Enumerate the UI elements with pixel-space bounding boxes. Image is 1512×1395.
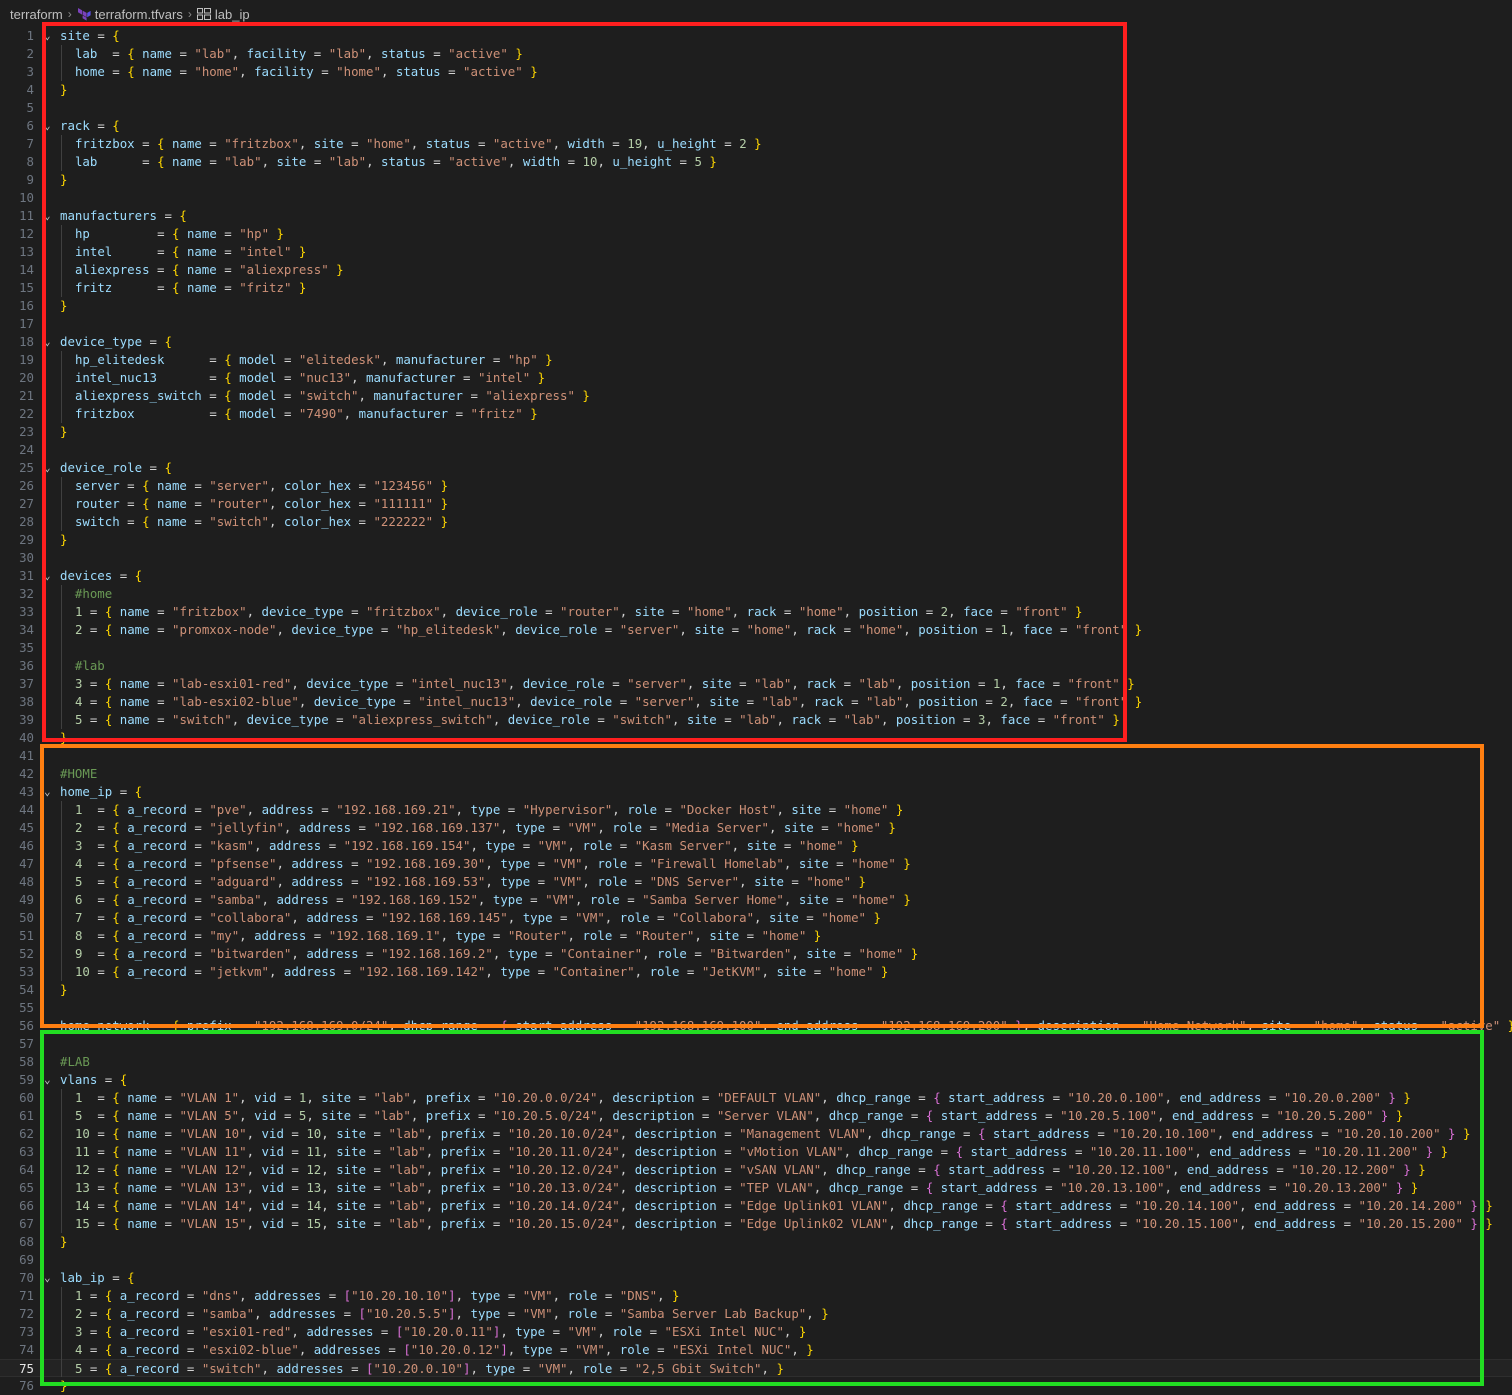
line-number: 45 [19,820,34,835]
line-number: 60 [19,1090,34,1105]
line-number: 69 [19,1252,34,1267]
line-number: 29 [19,532,34,547]
line-number: 76 [19,1378,34,1393]
line-number: 39 [19,712,34,727]
red-highlight-box [42,22,1127,742]
line-number: 59 [19,1072,34,1087]
line-number: 61 [19,1108,34,1123]
line-number: 5 [26,100,34,115]
line-number: 57 [19,1036,34,1051]
line-number: 53 [19,964,34,979]
green-highlight-box [40,1030,1484,1386]
line-number: 1 [26,28,34,43]
line-number: 2 [26,46,34,61]
line-number: 24 [19,442,34,457]
line-number: 71 [19,1288,34,1303]
line-number: 9 [26,172,34,187]
line-number: 17 [19,316,34,331]
line-number: 4 [26,82,34,97]
line-number: 28 [19,514,34,529]
line-number: 12 [19,226,34,241]
line-number: 68 [19,1234,34,1249]
line-number: 35 [19,640,34,655]
line-number: 48 [19,874,34,889]
line-number: 26 [19,478,34,493]
line-number: 22 [19,406,34,421]
orange-highlight-box [40,744,1484,1028]
line-number: 18 [19,334,34,349]
chevron-right-icon: › [187,7,192,21]
line-number: 70 [19,1270,34,1285]
line-number: 15 [19,280,34,295]
line-number: 46 [19,838,34,853]
line-number: 25 [19,460,34,475]
line-number: 67 [19,1216,34,1231]
line-number: 20 [19,370,34,385]
line-number: 27 [19,496,34,511]
line-number: 51 [19,928,34,943]
line-number: 56 [19,1018,34,1033]
line-number: 14 [19,262,34,277]
line-number: 8 [26,154,34,169]
chevron-right-icon: › [67,7,72,21]
line-number: 73 [19,1324,34,1339]
line-number: 40 [19,730,34,745]
breadcrumb-item-symbol[interactable]: lab_ip [215,7,250,22]
line-number: 7 [26,136,34,151]
line-number: 30 [19,550,34,565]
line-number: 21 [19,388,34,403]
line-number: 55 [19,1000,34,1015]
line-number: 65 [19,1180,34,1195]
breadcrumb-item-file[interactable]: terraform.tfvars [95,7,183,22]
line-number: 32 [19,586,34,601]
symbol-object-icon [196,8,211,20]
line-number: 41 [19,748,34,763]
line-number: 10 [19,190,34,205]
line-number: 49 [19,892,34,907]
line-number: 19 [19,352,34,367]
line-number: 37 [19,676,34,691]
line-number: 44 [19,802,34,817]
line-number: 38 [19,694,34,709]
line-number: 34 [19,622,34,637]
line-number: 23 [19,424,34,439]
line-number: 54 [19,982,34,997]
line-number: 3 [26,64,34,79]
line-number: 66 [19,1198,34,1213]
line-number: 58 [19,1054,34,1069]
line-number: 50 [19,910,34,925]
line-number: 75 [19,1361,34,1376]
line-number: 64 [19,1162,34,1177]
line-number: 52 [19,946,34,961]
line-number: 72 [19,1306,34,1321]
line-number: 47 [19,856,34,871]
line-number: 62 [19,1126,34,1141]
line-number: 6 [26,118,34,133]
line-number: 43 [19,784,34,799]
line-number: 31 [19,568,34,583]
line-number: 42 [19,766,34,781]
line-number: 11 [19,208,34,223]
line-number: 36 [19,658,34,673]
line-number: 74 [19,1342,34,1357]
line-number: 16 [19,298,34,313]
line-number: 33 [19,604,34,619]
breadcrumb-item-terraform[interactable]: terraform [10,7,63,22]
line-number: 13 [19,244,34,259]
line-number: 63 [19,1144,34,1159]
terraform-icon [77,8,91,21]
